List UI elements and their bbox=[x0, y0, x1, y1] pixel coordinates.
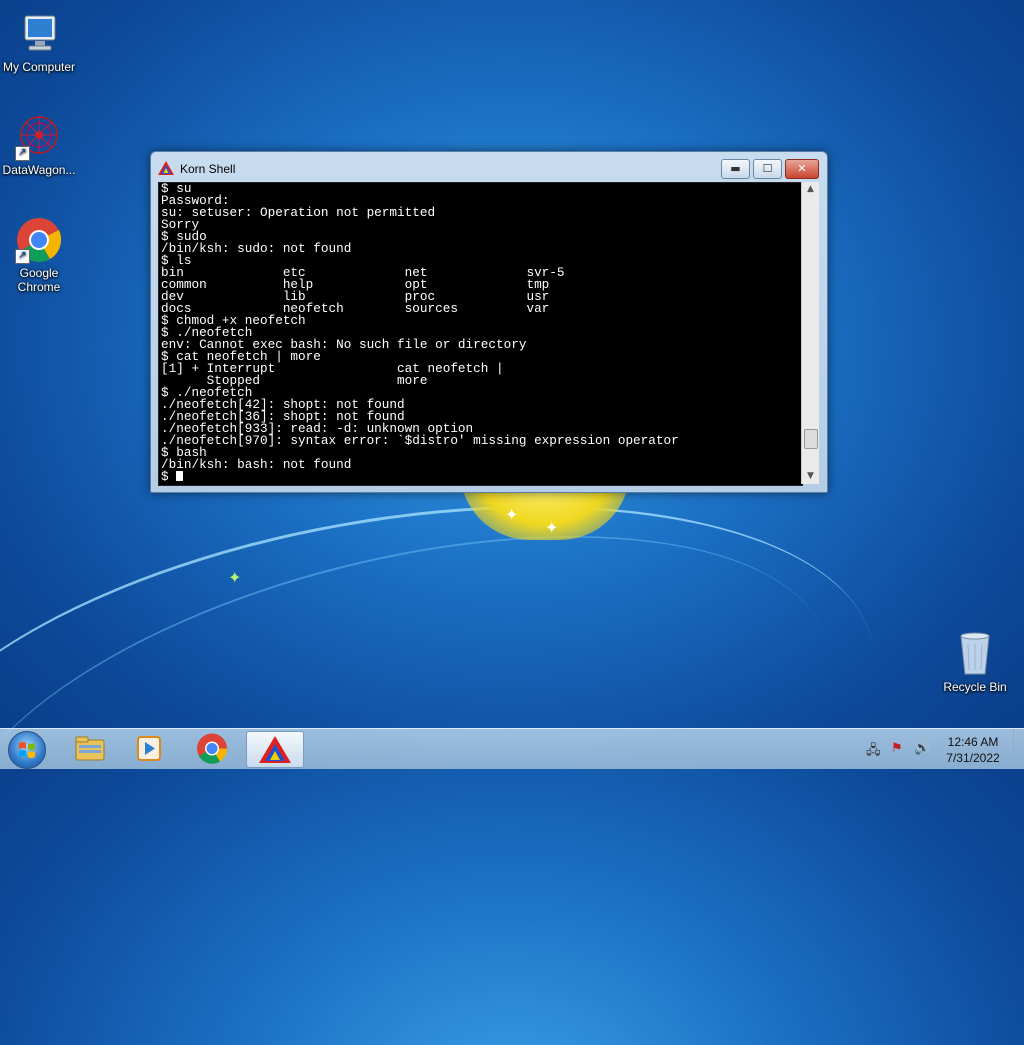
taskbar-korn-shell[interactable] bbox=[246, 731, 304, 768]
volume-icon[interactable]: 🔊 bbox=[914, 741, 930, 756]
terminal-line: ./neofetch[970]: syntax error: `$distro'… bbox=[161, 433, 679, 448]
scroll-up-arrow-icon[interactable]: ▲ bbox=[803, 182, 818, 197]
desktop-icon-datawagon[interactable]: ↗ DataWagon... bbox=[0, 113, 79, 177]
close-button[interactable]: ✕ bbox=[785, 159, 819, 179]
desktop-icon-label: Recycle Bin bbox=[943, 680, 1007, 694]
taskbar-chrome[interactable] bbox=[184, 731, 240, 766]
vertical-scrollbar[interactable]: ▲ ▼ bbox=[801, 182, 819, 484]
taskbar-explorer[interactable] bbox=[62, 731, 118, 766]
terminal-line: Sorry bbox=[161, 217, 200, 232]
desktop-icon-my-computer[interactable]: My Computer bbox=[0, 10, 79, 74]
korn-shell-window[interactable]: Korn Shell ▬ ☐ ✕ $ su Password: su: setuse… bbox=[150, 151, 828, 493]
datawagon-icon: ↗ bbox=[15, 113, 63, 161]
start-button[interactable] bbox=[8, 731, 46, 769]
terminal-output[interactable]: $ su Password: su: setuser: Operation not … bbox=[158, 182, 803, 486]
chrome-icon bbox=[197, 733, 228, 764]
show-desktop-button[interactable] bbox=[1013, 729, 1024, 769]
sparkle-icon: ✦ bbox=[545, 518, 559, 537]
sparkle-icon: ✦ bbox=[228, 568, 242, 587]
media-player-icon bbox=[137, 736, 161, 761]
sparkle-icon: ✦ bbox=[505, 505, 519, 524]
taskbar: 🖧 ⚑ 🔊 12:46 AM 7/31/2022 bbox=[0, 728, 1024, 769]
text-cursor bbox=[176, 471, 184, 481]
terminal-line: $ su bbox=[161, 182, 192, 196]
action-center-flag-icon[interactable]: ⚑ bbox=[891, 741, 903, 756]
desktop-icon-google-chrome[interactable]: ↗ Google Chrome bbox=[0, 216, 79, 294]
chrome-icon: ↗ bbox=[15, 216, 63, 264]
network-icon[interactable]: 🖧 bbox=[866, 741, 881, 763]
terminal-lines: $ su Password: su: setuser: Operation not … bbox=[161, 183, 679, 483]
minimize-button[interactable]: ▬ bbox=[721, 159, 750, 179]
folder-icon bbox=[75, 736, 105, 761]
clock-date: 7/31/2022 bbox=[946, 751, 1000, 765]
desktop-icon-label: DataWagon... bbox=[2, 163, 76, 177]
terminal-line: /bin/ksh: bash: not found bbox=[161, 457, 352, 472]
terminal-prompt-line: $ bbox=[161, 469, 679, 484]
desktop-icon-recycle-bin[interactable]: Recycle Bin bbox=[935, 630, 1015, 694]
maximize-button[interactable]: ☐ bbox=[753, 159, 782, 179]
korn-shell-icon bbox=[259, 736, 291, 763]
scroll-down-arrow-icon[interactable]: ▼ bbox=[803, 469, 818, 484]
korn-shell-icon bbox=[158, 161, 174, 175]
shortcut-arrow-icon: ↗ bbox=[15, 146, 30, 161]
desktop-icon-label: Google Chrome bbox=[17, 266, 61, 294]
computer-icon bbox=[15, 10, 63, 58]
terminal-prompt: $ bbox=[161, 469, 177, 484]
desktop-icon-label: My Computer bbox=[2, 60, 76, 74]
scrollbar-thumb[interactable] bbox=[804, 428, 818, 449]
windows-logo-icon bbox=[19, 742, 35, 758]
terminal-line: su: setuser: Operation not permitted bbox=[161, 205, 436, 220]
shortcut-arrow-icon: ↗ bbox=[15, 249, 30, 264]
title-bar[interactable]: Korn Shell ▬ ☐ ✕ bbox=[151, 152, 827, 182]
window-title: Korn Shell bbox=[180, 162, 236, 176]
taskbar-media-player[interactable] bbox=[121, 731, 177, 766]
terminal-line: /bin/ksh: sudo: not found bbox=[161, 241, 352, 256]
clock-time: 12:46 AM bbox=[947, 735, 999, 749]
recycle-bin-icon bbox=[951, 630, 999, 678]
system-clock[interactable]: 12:46 AM 7/31/2022 bbox=[937, 734, 1009, 766]
